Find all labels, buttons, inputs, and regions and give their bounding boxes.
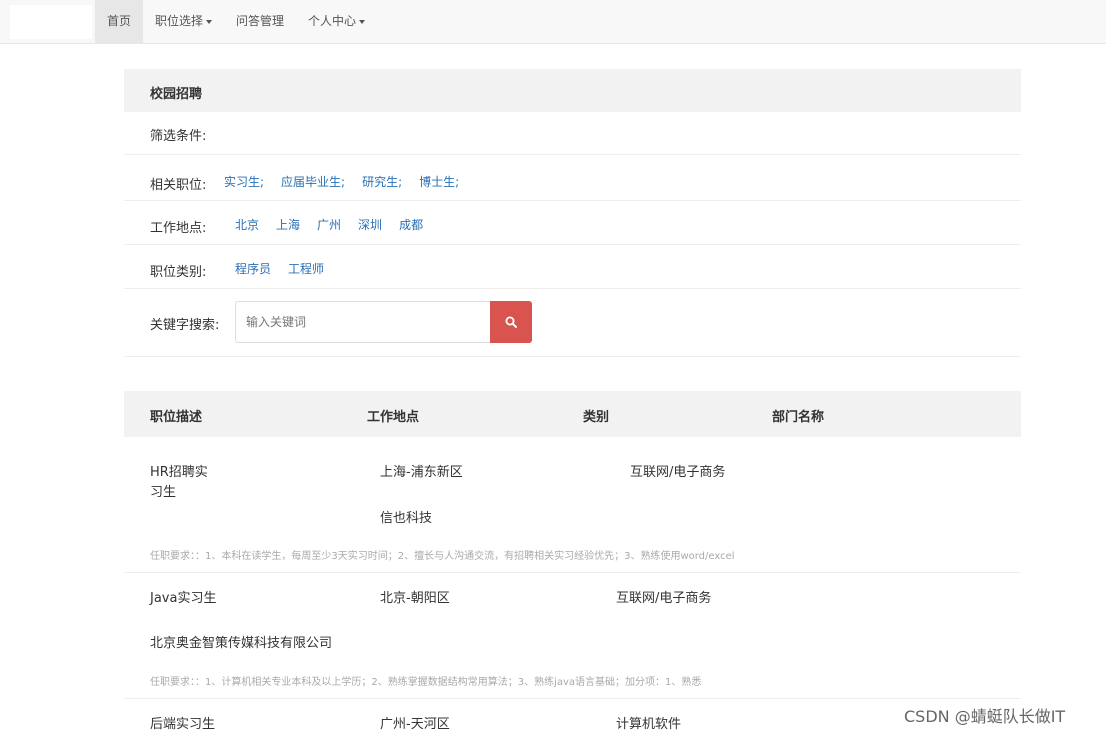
location-link-chengdu[interactable]: 成都 xyxy=(399,216,423,233)
category-label: 职位类别: xyxy=(150,265,207,280)
filter-location-row: 工作地点: 北京 上海 广州 深圳 成都 xyxy=(124,201,1021,245)
nav-qa-manage-label: 问答管理 xyxy=(236,14,285,28)
location-link-guangzhou[interactable]: 广州 xyxy=(317,216,341,233)
brand-logo[interactable] xyxy=(10,5,92,39)
filter-category-row: 职位类别: 程序员 工程师 xyxy=(124,245,1021,289)
nav-home-label: 首页 xyxy=(107,14,132,28)
job-location: 北京-朝阳区 xyxy=(380,591,450,606)
search-icon xyxy=(505,316,517,328)
location-link-shanghai[interactable]: 上海 xyxy=(276,216,300,233)
nav-qa-manage[interactable]: 问答管理 xyxy=(224,0,296,43)
recruit-panel-header: 校园招聘 xyxy=(124,69,1021,112)
search-button[interactable] xyxy=(490,301,532,343)
caret-down-icon xyxy=(206,20,213,24)
filter-criteria-row: 筛选条件: xyxy=(124,112,1021,155)
keyword-search-input[interactable] xyxy=(235,301,490,343)
filter-position-row: 相关职位: 实习生; 应届毕业生; 研究生; 博士生; xyxy=(124,155,1021,201)
job-category: 互联网/电子商务 xyxy=(616,591,712,606)
job-location: 上海-浦东新区 xyxy=(380,465,463,480)
watermark-text: CSDN @蜻蜓队长做IT xyxy=(904,707,1066,726)
job-category: 互联网/电子商务 xyxy=(630,465,726,480)
nav-personal-center-label: 个人中心 xyxy=(308,14,357,28)
position-link-intern[interactable]: 实习生; xyxy=(224,173,264,190)
row-divider xyxy=(124,698,1021,699)
job-title[interactable]: Java实习生 xyxy=(150,587,216,606)
keyword-label: 关键字搜索: xyxy=(150,318,220,333)
job-company: 信也科技 xyxy=(380,511,433,526)
header-description: 职位描述 xyxy=(150,410,203,425)
nav-job-select-label: 职位选择 xyxy=(155,14,204,28)
nav-job-select[interactable]: 职位选择 xyxy=(143,0,224,43)
job-requirement: 任职要求：：1、计算机相关专业本科及以上学历；2、熟练掌握数据结构常用算法；3、… xyxy=(150,677,702,688)
criteria-label: 筛选条件: xyxy=(150,129,207,144)
category-link-programmer[interactable]: 程序员 xyxy=(235,260,271,277)
job-requirement: 任职要求：：1、本科在读学生，每周至少3天实习时间；2、擅长与人沟通交流，有招聘… xyxy=(150,551,735,562)
position-link-graduate[interactable]: 应届毕业生; xyxy=(281,173,345,190)
position-links: 实习生; 应届毕业生; 研究生; 博士生; xyxy=(224,173,459,190)
job-category: 计算机软件 xyxy=(616,717,682,732)
job-location: 广州-天河区 xyxy=(380,717,450,732)
job-title[interactable]: 后端实习生 xyxy=(150,713,215,732)
position-link-master[interactable]: 研究生; xyxy=(362,173,402,190)
results-table-header: 职位描述 工作地点 类别 部门名称 xyxy=(124,391,1021,437)
main-nav: 首页 职位选择 问答管理 个人中心 xyxy=(95,0,377,43)
panel-title: 校园招聘 xyxy=(150,87,203,102)
row-divider xyxy=(124,572,1021,573)
header-category: 类别 xyxy=(583,410,610,425)
job-company: 北京奥金智策传媒科技有限公司 xyxy=(150,636,333,651)
category-link-engineer[interactable]: 工程师 xyxy=(288,260,324,277)
job-title-continued[interactable]: 习生 xyxy=(150,481,176,500)
caret-down-icon xyxy=(359,20,366,24)
location-link-beijing[interactable]: 北京 xyxy=(235,216,259,233)
header-department: 部门名称 xyxy=(772,410,825,425)
location-link-shenzhen[interactable]: 深圳 xyxy=(358,216,382,233)
position-link-phd[interactable]: 博士生; xyxy=(419,173,459,190)
location-links: 北京 上海 广州 深圳 成都 xyxy=(235,216,423,233)
header-location: 工作地点 xyxy=(367,410,420,425)
position-label: 相关职位: xyxy=(150,178,207,193)
nav-home[interactable]: 首页 xyxy=(95,0,144,43)
top-navbar: 首页 职位选择 问答管理 个人中心 xyxy=(0,0,1106,44)
category-links: 程序员 工程师 xyxy=(235,260,324,277)
nav-personal-center[interactable]: 个人中心 xyxy=(296,0,377,43)
location-label: 工作地点: xyxy=(150,221,207,236)
job-title[interactable]: HR招聘实 xyxy=(150,461,208,480)
